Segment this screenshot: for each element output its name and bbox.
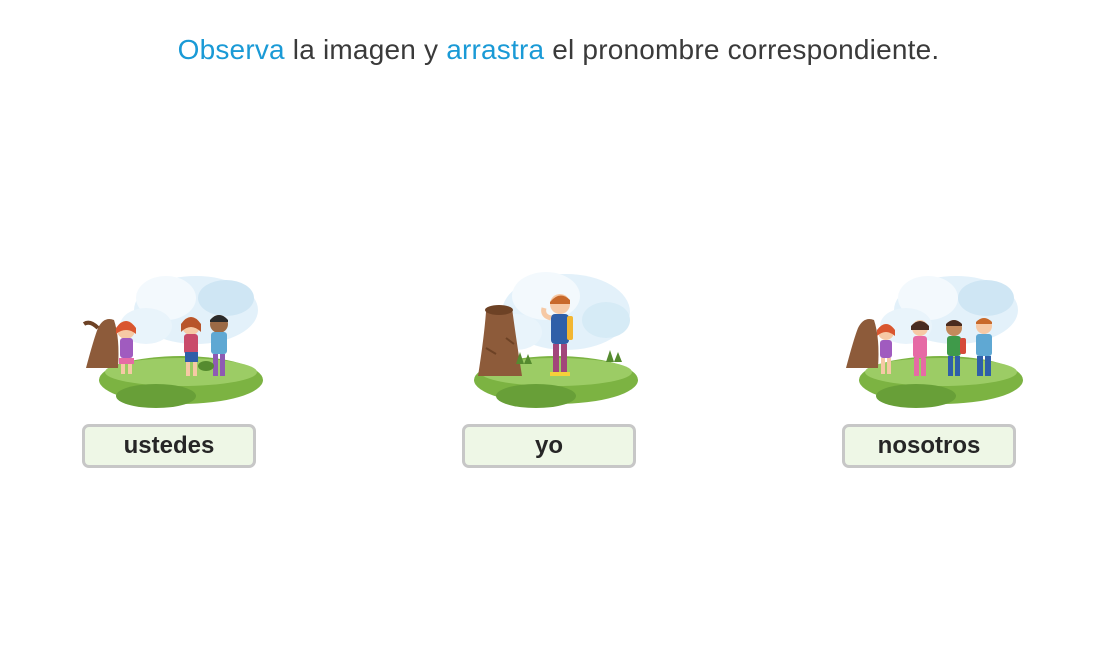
pronoun-box-nosotros[interactable]: nosotros [842, 424, 1016, 468]
instruction-text-part: la imagen y [284, 34, 447, 65]
instruction-word-observa: Observa [177, 34, 285, 65]
card-nosotros: nosotros [836, 268, 1026, 478]
card-ustedes: ustedes [76, 268, 266, 478]
pronoun-box-ustedes[interactable]: ustedes [82, 424, 256, 468]
single-boy-scene-icon [456, 268, 646, 410]
instruction-text-part: el pronombre correspondiente. [544, 34, 940, 65]
card-yo: yo [456, 268, 646, 478]
instruction-word-arrastra: arrastra [446, 34, 545, 65]
pronoun-box-yo[interactable]: yo [462, 424, 636, 468]
four-children-scene-icon [836, 268, 1026, 410]
three-children-scene-icon [76, 268, 266, 410]
exercise-page: Observa la imagen y arrastra el pronombr… [0, 0, 1117, 659]
instruction-text: Observa la imagen y arrastra el pronombr… [0, 34, 1117, 66]
